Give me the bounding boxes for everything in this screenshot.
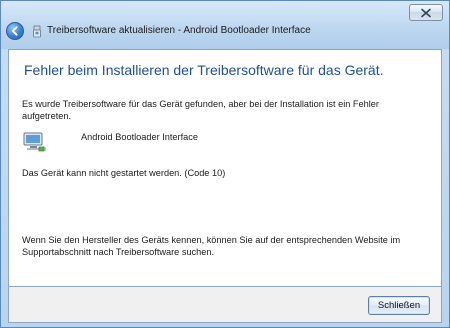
error-message: Das Gerät kann nicht gestartet werden. (… (22, 168, 226, 178)
usb-device-icon (33, 25, 41, 38)
support-hint: Wenn Sie den Hersteller des Geräts kenne… (22, 235, 401, 257)
close-icon (421, 8, 431, 17)
back-arrow-icon (11, 26, 18, 36)
page-title: Fehler beim Installieren der Treibersoft… (24, 62, 384, 78)
close-window-button[interactable] (409, 4, 443, 21)
intro-text: Es wurde Treibersoftware für das Gerät g… (22, 99, 379, 121)
close-button[interactable]: Schließen (368, 296, 430, 315)
dialog-footer: Schließen (8, 287, 442, 323)
title-bar: Treibersoftware aktualisieren - Android … (1, 1, 449, 49)
device-name: Android Bootloader Interface (81, 132, 198, 142)
back-button[interactable] (6, 22, 24, 40)
driver-update-dialog: Treibersoftware aktualisieren - Android … (0, 0, 450, 328)
device-row: Android Bootloader Interface (22, 131, 272, 155)
window-title: Treibersoftware aktualisieren - Android … (47, 25, 311, 36)
dialog-content: Fehler beim Installieren der Treibersoft… (8, 49, 442, 287)
network-adapter-icon (23, 132, 46, 152)
